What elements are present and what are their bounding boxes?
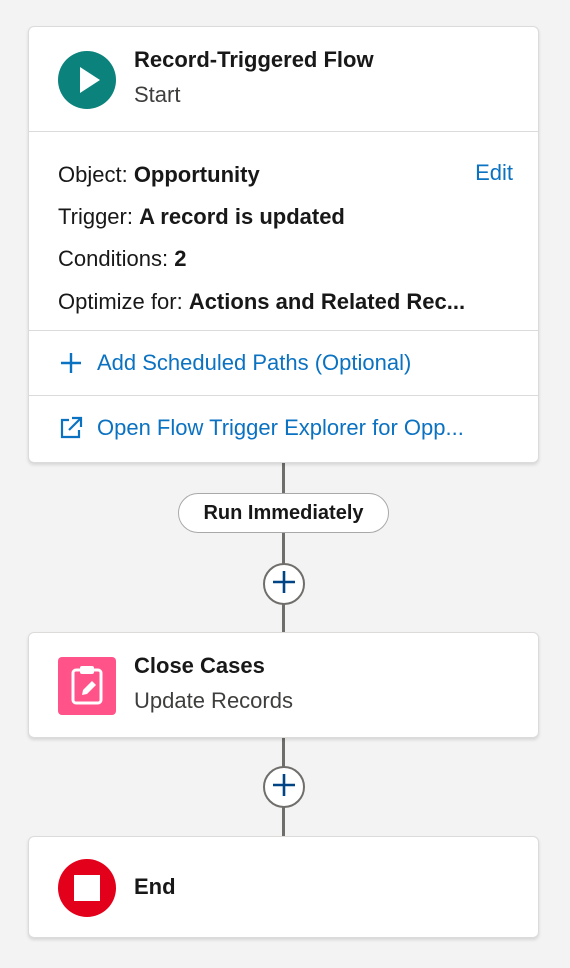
add-element-button[interactable] [263, 766, 305, 808]
detail-object: Object: Opportunity [58, 162, 260, 188]
trigger-details: Object: Opportunity Edit Trigger: A reco… [29, 132, 538, 330]
detail-value: 2 [174, 246, 187, 271]
update-records-element-card[interactable]: Close Cases Update Records [28, 632, 539, 738]
stop-icon [58, 859, 116, 922]
open-flow-trigger-explorer-link[interactable]: Open Flow Trigger Explorer for Opp... [29, 396, 538, 460]
end-element-card[interactable]: End [28, 836, 539, 938]
add-scheduled-paths-link[interactable]: Add Scheduled Paths (Optional) [29, 331, 538, 395]
detail-conditions: Conditions: 2 [58, 246, 186, 272]
detail-value: Actions and Related Rec... [188, 289, 466, 314]
update-card-header[interactable]: Close Cases Update Records [29, 633, 538, 737]
start-card-header[interactable]: Record-Triggered Flow Start [29, 27, 538, 131]
external-link-icon [58, 415, 84, 441]
detail-trigger: Trigger: A record is updated [58, 204, 345, 230]
plus-icon [272, 773, 296, 802]
flow-canvas: Record-Triggered Flow Start Object: Oppo… [0, 0, 570, 968]
start-card-subtitle: Start [134, 82, 181, 107]
start-card-title: Record-Triggered Flow [134, 47, 374, 72]
detail-optimize-for: Optimize for: Actions and Related Rec... [58, 289, 465, 315]
plus-icon [58, 350, 84, 376]
play-icon [58, 51, 116, 114]
detail-value: Opportunity [133, 162, 260, 187]
clipboard-edit-icon [58, 657, 116, 720]
run-immediately-path-label[interactable]: Run Immediately [178, 493, 389, 533]
detail-value: A record is updated [139, 204, 345, 229]
detail-key: Conditions: [58, 246, 175, 271]
open-flow-trigger-explorer-label: Open Flow Trigger Explorer for Opp... [97, 415, 464, 440]
detail-key: Object: [58, 162, 134, 187]
detail-key: Optimize for: [58, 289, 189, 314]
edit-link[interactable]: Edit [475, 160, 513, 186]
add-element-button[interactable] [263, 563, 305, 605]
plus-icon [272, 570, 296, 599]
end-card-title: End [134, 874, 176, 899]
connector-line [282, 462, 285, 632]
update-card-title: Close Cases [134, 653, 265, 678]
add-scheduled-paths-label: Add Scheduled Paths (Optional) [97, 350, 412, 375]
start-element-card[interactable]: Record-Triggered Flow Start Object: Oppo… [28, 26, 539, 463]
update-card-subtitle: Update Records [134, 688, 293, 713]
detail-key: Trigger: [58, 204, 140, 229]
